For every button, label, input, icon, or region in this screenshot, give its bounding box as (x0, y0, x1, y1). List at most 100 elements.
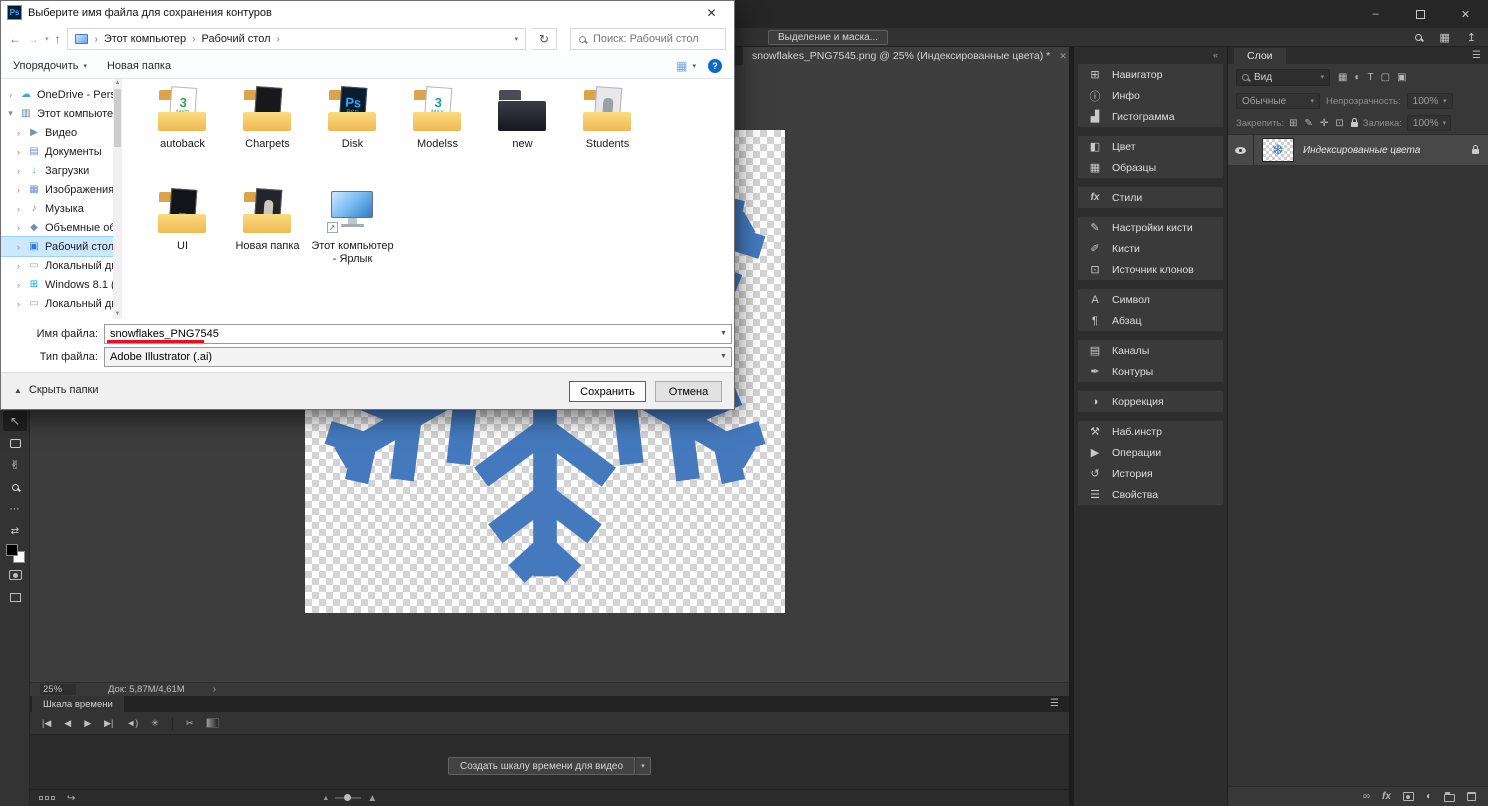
recent-locations-chevron-icon[interactable]: ▾ (45, 35, 49, 43)
screen-mode-icon[interactable] (3, 587, 27, 607)
panel-button-properties[interactable]: ☰Свойства (1078, 484, 1223, 505)
dialog-title-bar[interactable]: Ps Выберите имя файла для сохранения кон… (1, 1, 734, 24)
tab-layers[interactable]: Слои (1234, 48, 1286, 64)
panel-button-info[interactable]: ⓘИнфо (1078, 85, 1223, 106)
foreground-color-swatch[interactable] (6, 544, 18, 556)
expander-icon[interactable]: › (14, 280, 23, 290)
expander-icon[interactable]: › (6, 90, 15, 100)
layer-row[interactable]: ❄ Индексированные цвета (1228, 135, 1488, 165)
panel-button-history[interactable]: ↺История (1078, 463, 1223, 484)
tree-item-10[interactable]: ›⊞Windows 8.1 (D:... (1, 275, 113, 294)
panel-button-swatches[interactable]: ▦Образцы (1078, 157, 1223, 178)
tab-timeline[interactable]: Шкала времени (32, 696, 124, 712)
dialog-close-button[interactable]: ✕ (689, 1, 734, 24)
layer-thumbnail[interactable]: ❄ (1262, 138, 1294, 162)
audio-icon[interactable]: ◄) (126, 718, 138, 728)
address-crumb[interactable]: Этот компьютер (100, 33, 190, 45)
workspace-switcher-icon[interactable]: ▦ (1439, 31, 1449, 44)
panel-button-brush-settings[interactable]: ✎Настройки кисти (1078, 217, 1223, 238)
hand-tool[interactable]: ✌ (3, 455, 27, 475)
expander-icon[interactable]: › (14, 204, 23, 214)
organize-menu[interactable]: Упорядочить ▾ (13, 60, 87, 72)
type-filter-icon[interactable]: T (1368, 72, 1374, 83)
tree-item-5[interactable]: ›▦Изображения (1, 180, 113, 199)
expander-icon[interactable]: ▾ (6, 108, 15, 119)
hide-folders-button[interactable]: ▲ Скрыть папки (14, 384, 99, 396)
panel-button-tool-presets[interactable]: ⚒Наб.инстр (1078, 421, 1223, 442)
filter-kind-select[interactable]: Вид ▾ (1236, 69, 1330, 86)
layer-visibility-toggle[interactable] (1228, 135, 1254, 165)
panel-button-brushes[interactable]: ✐Кисти (1078, 238, 1223, 259)
cancel-button[interactable]: Отмена (655, 381, 722, 402)
timeline-zoom-slider[interactable]: ▲ ▲ (322, 793, 377, 804)
delete-layer-icon[interactable] (1467, 792, 1476, 801)
next-frame-icon[interactable]: ▶| (104, 718, 113, 729)
lock-artboard-icon[interactable]: ⊡ (1335, 118, 1343, 129)
select-and-mask-button[interactable]: Выделение и маска... (768, 30, 888, 45)
zoom-in-icon[interactable]: ▲ (367, 793, 377, 804)
panel-button-styles[interactable]: fxСтили (1078, 187, 1223, 208)
edit-toolbar-icon[interactable]: ⋯ (3, 499, 27, 519)
tree-item-7[interactable]: ›◆Объемные объ... (1, 218, 113, 237)
filename-input[interactable]: snowflakes_PNG7545 ▼ (104, 324, 732, 344)
go-to-first-icon[interactable]: |◀ (42, 718, 51, 729)
tree-item-2[interactable]: ›▶Видео (1, 123, 113, 142)
layer-style-icon[interactable]: fx (1382, 791, 1391, 802)
fill-select[interactable]: 100% ▾ (1407, 115, 1451, 131)
zoom-slider-track[interactable] (335, 797, 361, 799)
tree-item-1[interactable]: ▾▥Этот компьютер (1, 104, 113, 123)
maximize-button[interactable] (1398, 0, 1443, 28)
expander-icon[interactable]: › (14, 261, 23, 271)
frames-view-icon[interactable] (39, 796, 55, 800)
filetype-select[interactable]: Adobe Illustrator (.ai) ▼ (104, 347, 732, 367)
address-crumb[interactable]: Рабочий стол (197, 33, 274, 45)
new-folder-button[interactable]: Новая папка (107, 60, 171, 72)
up-icon[interactable]: ↑ (55, 32, 61, 46)
adjustment-filter-icon[interactable]: ◐ (1354, 72, 1360, 83)
forward-icon[interactable]: → (27, 32, 39, 46)
panel-button-color[interactable]: ◧Цвет (1078, 136, 1223, 157)
lock-position-icon[interactable]: ✛ (1320, 118, 1328, 129)
expander-icon[interactable]: › (14, 128, 23, 138)
flow-arrow-icon[interactable]: ↪ (67, 793, 75, 804)
chevron-down-icon[interactable]: ▼ (716, 330, 731, 337)
back-icon[interactable]: ← (9, 32, 21, 46)
file-item-1[interactable]: Charpets (225, 81, 310, 183)
move-tool[interactable]: ↖ (3, 411, 27, 431)
file-item-5[interactable]: Students (565, 81, 650, 183)
tree-item-6[interactable]: ›♪Музыка (1, 199, 113, 218)
lock-icon[interactable] (1472, 149, 1479, 154)
document-tab[interactable]: snowflakes_PNG7545.png @ 25% (Индексиров… (743, 47, 1076, 65)
status-options-chevron-icon[interactable]: › (213, 684, 216, 695)
file-item-7[interactable]: Новая папка (225, 183, 310, 285)
panel-button-actions[interactable]: ▶Операции (1078, 442, 1223, 463)
panel-button-navigator[interactable]: ⊞Навигатор (1078, 64, 1223, 85)
panel-button-character[interactable]: AСимвол (1078, 289, 1223, 310)
pixel-filter-icon[interactable]: ▦ (1338, 72, 1347, 83)
expander-icon[interactable]: › (14, 223, 23, 233)
tree-item-9[interactable]: ›▭Локальный дис... (1, 256, 113, 275)
panel-button-paths[interactable]: ✒Контуры (1078, 361, 1223, 382)
lock-transparency-icon[interactable]: ⊞ (1289, 118, 1297, 129)
smart-filter-icon[interactable]: ▣ (1397, 72, 1406, 83)
layers-panel-menu-icon[interactable]: ☰ (1472, 50, 1481, 61)
quick-mask-icon[interactable] (3, 565, 27, 585)
zoom-tool[interactable] (3, 477, 27, 497)
search-icon[interactable] (1415, 34, 1422, 41)
panel-button-histogram[interactable]: ▟Гистограмма (1078, 106, 1223, 127)
panel-button-clone-source[interactable]: ⊡Источник клонов (1078, 259, 1223, 280)
chevron-down-icon[interactable]: ▼ (716, 353, 731, 360)
layer-name[interactable]: Индексированные цвета (1303, 145, 1472, 156)
search-input[interactable]: Поиск: Рабочий стол (570, 28, 726, 50)
file-item-2[interactable]: PsPSDDisk (310, 81, 395, 183)
scroll-down-icon[interactable]: ▼ (113, 310, 122, 319)
scrollbar-thumb[interactable] (114, 89, 121, 147)
split-icon[interactable]: ✂ (186, 718, 194, 729)
tree-item-3[interactable]: ›▤Документы (1, 142, 113, 161)
save-button[interactable]: Сохранить (569, 381, 646, 402)
help-icon[interactable]: ? (708, 59, 722, 73)
close-window-button[interactable]: ✕ (1443, 0, 1488, 28)
foreground-background-swatches[interactable] (3, 543, 27, 563)
rectangle-tool[interactable] (3, 433, 27, 453)
scroll-up-icon[interactable]: ▲ (113, 79, 122, 88)
